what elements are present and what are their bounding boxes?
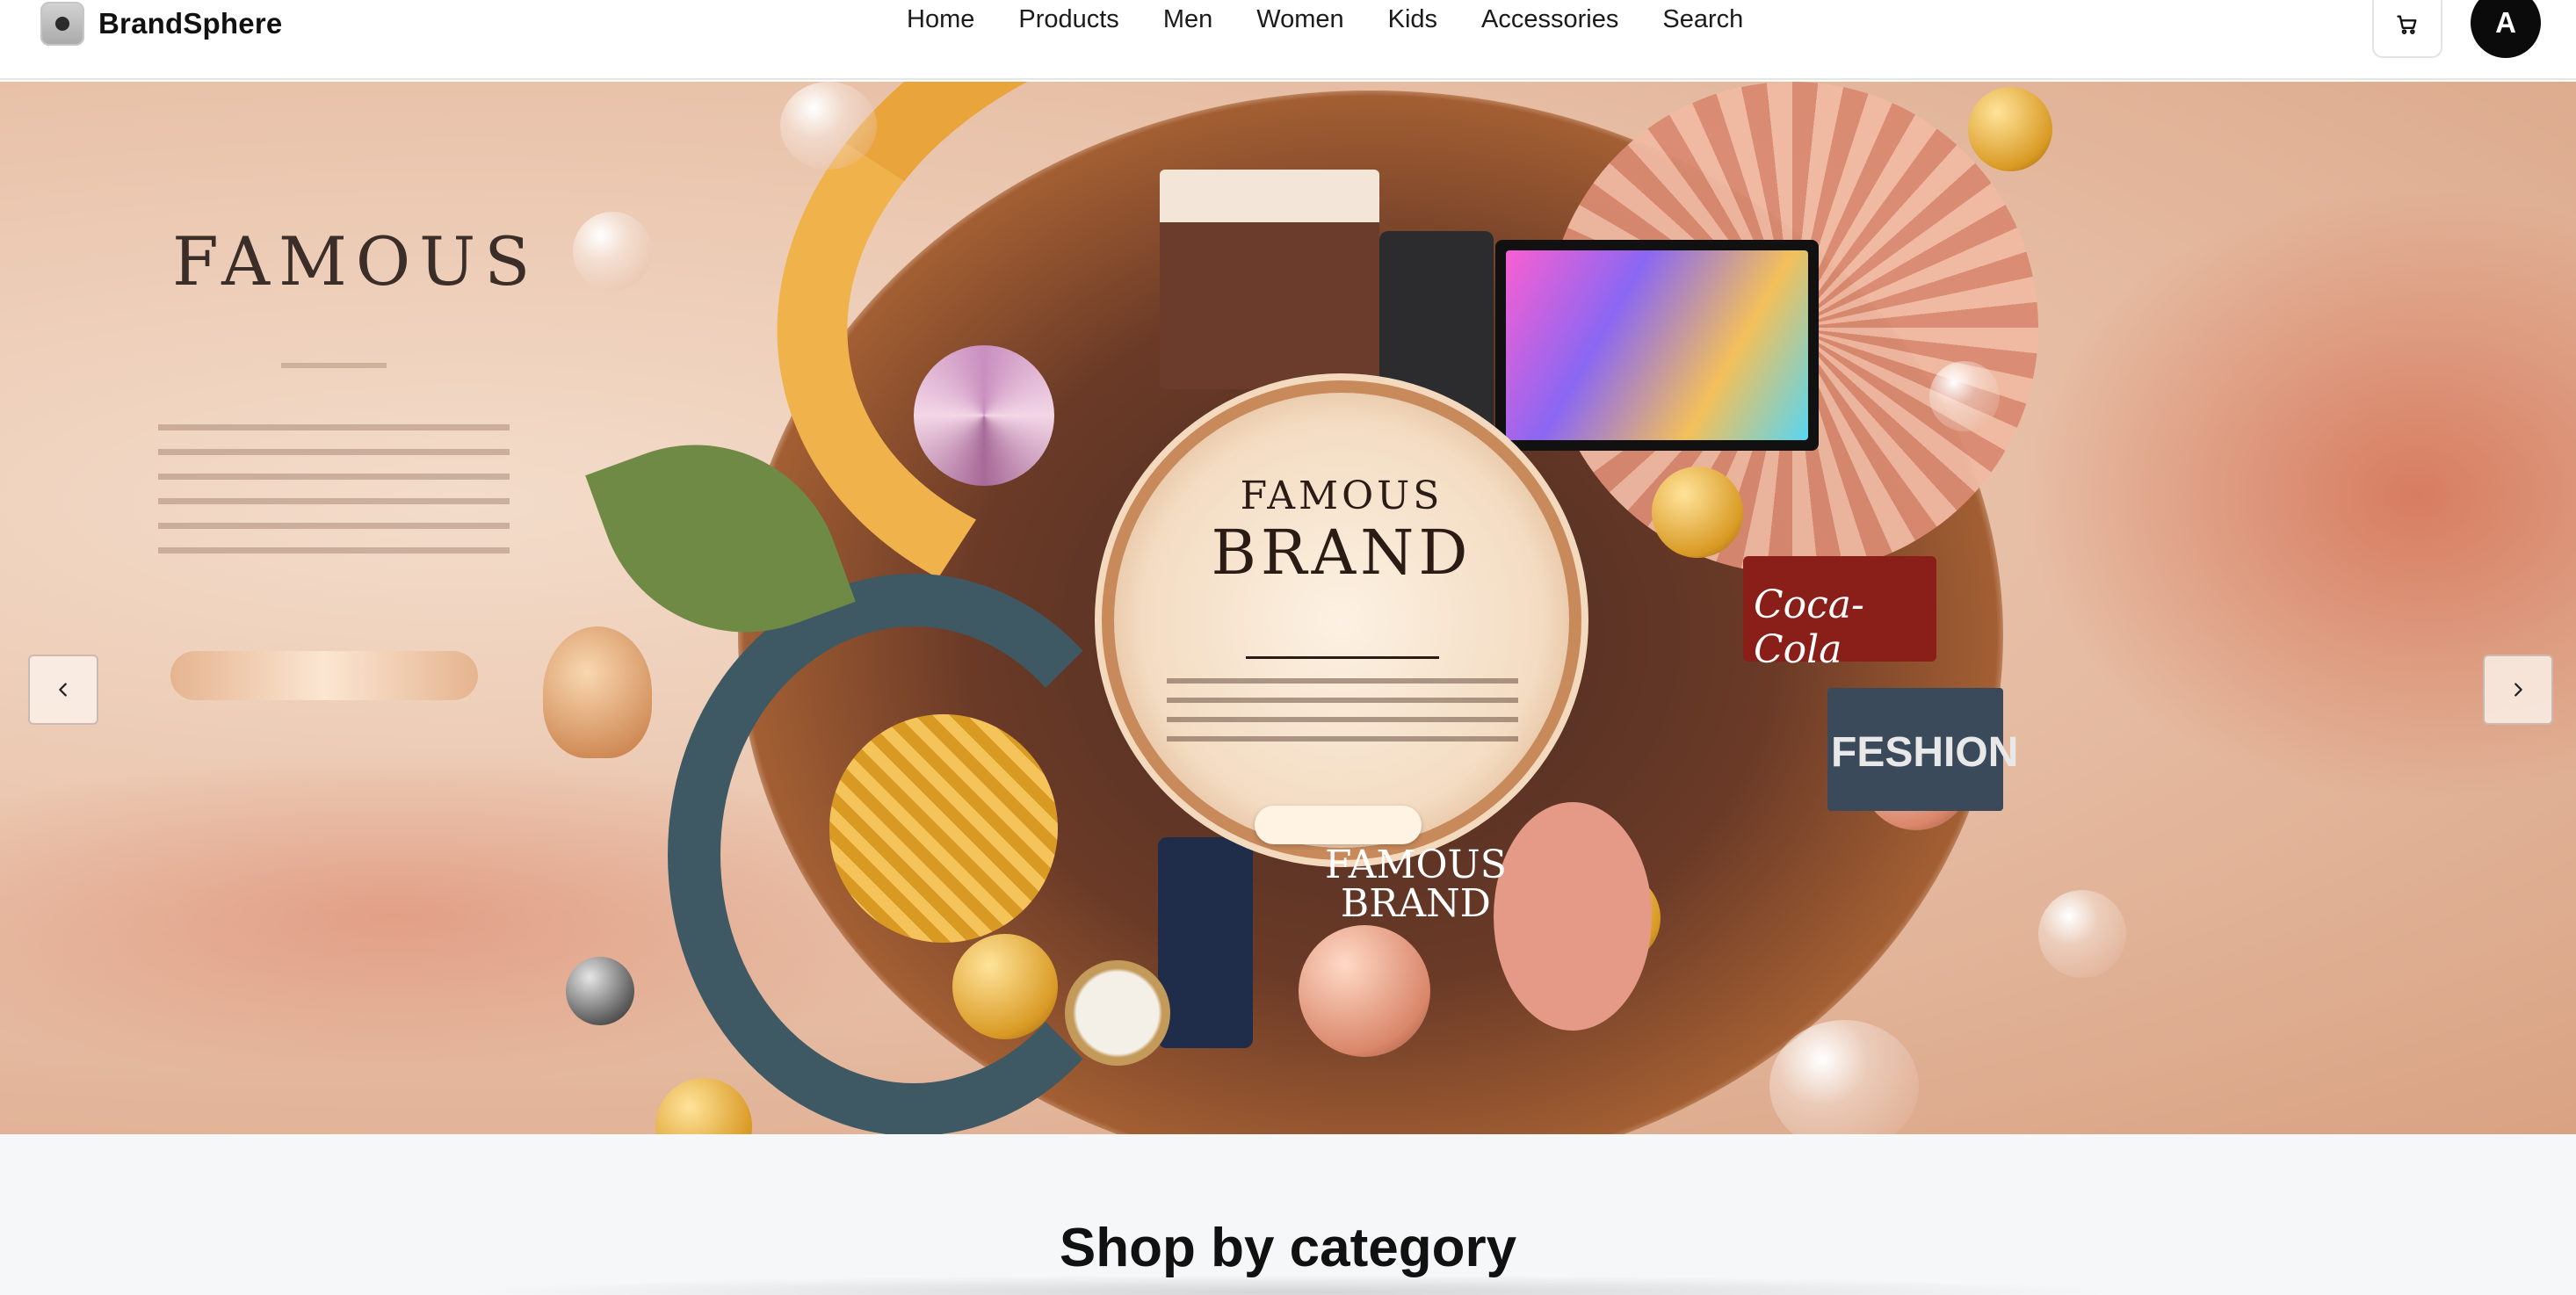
nav-item-men[interactable]: Men xyxy=(1163,5,1212,34)
hero-decor-phone xyxy=(1158,837,1253,1048)
hero-medallion-line2: BRAND xyxy=(1211,517,1473,589)
hero-decor-steel-sphere xyxy=(566,957,634,1025)
hero-left-heading: FAMOUS xyxy=(172,222,539,300)
hero-decor-gold-sphere xyxy=(1968,87,2052,171)
nav-item-products[interactable]: Products xyxy=(1018,5,1118,34)
carousel-prev-button[interactable] xyxy=(28,655,98,725)
hero-decor-copper-sphere xyxy=(1299,925,1430,1057)
hero-medallion-divider xyxy=(1246,656,1439,659)
hero-decor-bubble xyxy=(780,82,877,170)
hero-decor-fabric xyxy=(1494,802,1652,1031)
hero-product-coke: Coca-Cola xyxy=(1743,556,1936,672)
hero-left-cta xyxy=(170,651,478,700)
hero-decor-bubble xyxy=(573,212,652,291)
hero-decor-bulb xyxy=(543,626,652,758)
hero-bottom-logo-line2: BRAND xyxy=(1340,881,1491,926)
hero-medallion-paragraph xyxy=(1167,678,1518,756)
nav-item-accessories[interactable]: Accessories xyxy=(1481,5,1618,34)
hero-bottom-logo: FAMOUS BRAND xyxy=(1325,846,1507,923)
hero-decor-watch xyxy=(1065,960,1170,1066)
hero-decor-shopfront xyxy=(1160,170,1379,389)
brand-name: BrandSphere xyxy=(98,7,283,40)
chevron-left-icon xyxy=(59,683,67,697)
hero-decor-honeycomb-ball xyxy=(829,714,1058,943)
hero-medallion-line1: FAMOUS xyxy=(1240,474,1444,518)
hero-decor-swirl xyxy=(914,345,1054,486)
brand[interactable]: BrandSphere xyxy=(40,2,282,46)
main-nav: Home Products Men Women Kids Accessories… xyxy=(907,5,1743,34)
hero-decor-gold-sphere xyxy=(655,1078,752,1134)
hero-decor-tv xyxy=(1495,240,1819,451)
nav-item-home[interactable]: Home xyxy=(907,5,974,34)
hero-left-subline xyxy=(281,363,387,368)
chevron-right-icon xyxy=(2514,683,2522,697)
hero-fashion-label: FESHION xyxy=(1831,729,2019,776)
nav-item-kids[interactable]: Kids xyxy=(1388,5,1437,34)
hero-decor-bubble xyxy=(1929,361,2000,431)
brand-logo-icon xyxy=(40,2,84,46)
hero-decor-gold-sphere xyxy=(952,934,1058,1039)
cart-icon xyxy=(2397,15,2417,34)
hero-decor-bubble xyxy=(2038,890,2126,978)
category-section: Shop by category xyxy=(0,1134,2576,1295)
cart-button[interactable] xyxy=(2372,0,2442,58)
hero-left-paragraph xyxy=(158,424,510,565)
user-avatar[interactable]: A xyxy=(2471,0,2541,58)
carousel-next-button[interactable] xyxy=(2483,655,2553,725)
hero-product-fashion: FESHION xyxy=(1827,688,2018,811)
site-header: BrandSphere Home Products Men Women Kids… xyxy=(0,0,2576,80)
hero-decor-gold-sphere xyxy=(1652,467,1743,558)
hero-medallion-cta xyxy=(1255,806,1422,844)
nav-item-search[interactable]: Search xyxy=(1662,5,1743,34)
category-section-title: Shop by category xyxy=(1059,1218,1517,1278)
hero-bottom-logo-line1: FAMOUS xyxy=(1325,843,1507,887)
hero-carousel: FAMOUS Coca-Cola FESHION FAMOUS BRAND FA… xyxy=(0,82,2576,1134)
hero-coke-label: Coca-Cola xyxy=(1754,582,1864,672)
nav-item-women[interactable]: Women xyxy=(1256,5,1343,34)
hero-medallion: FAMOUS BRAND xyxy=(1114,393,1569,848)
